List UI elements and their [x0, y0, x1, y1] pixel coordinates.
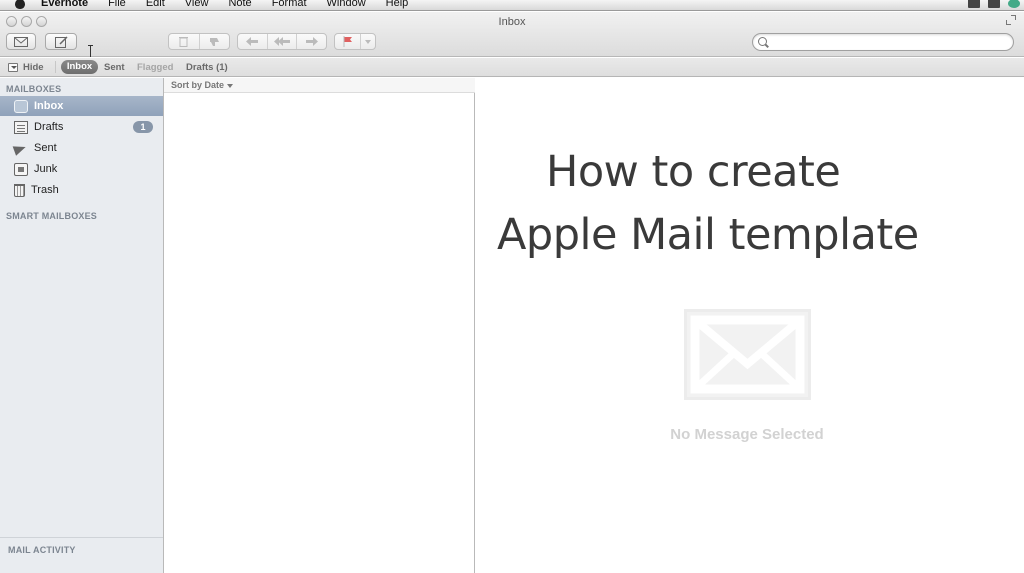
sidebar-item-trash[interactable]: Trash: [0, 180, 163, 200]
search-field[interactable]: [752, 33, 1014, 51]
apple-menu-icon[interactable]: [13, 0, 27, 10]
smart-mailboxes-heading[interactable]: SMART MAILBOXES: [6, 211, 97, 221]
mailboxes-heading: MAILBOXES: [6, 84, 62, 94]
chevron-down-icon: [365, 39, 371, 44]
text-cursor-icon: [88, 45, 94, 59]
mail-activity-panel: MAIL ACTIVITY: [0, 537, 163, 573]
reply-icon: [246, 37, 259, 46]
flag-icon: [343, 36, 352, 47]
junk-icon: [14, 162, 28, 176]
sidebar-item-inbox[interactable]: Inbox: [0, 96, 163, 116]
menu-app-name[interactable]: Evernote: [41, 0, 88, 9]
fullscreen-icon[interactable]: [1006, 15, 1016, 25]
message-viewer: How to create Apple Mail template No Mes…: [476, 78, 1024, 573]
no-message-selected-label: No Message Selected: [670, 426, 824, 443]
menu-bar: Evernote File Edit View Note Format Wind…: [0, 0, 1024, 11]
notification-icon[interactable]: [968, 0, 980, 8]
thumbs-down-icon: [209, 37, 219, 46]
hide-mailboxes-button[interactable]: Hide: [23, 62, 44, 73]
search-icon: [758, 37, 767, 46]
hide-toggle-icon[interactable]: [8, 63, 18, 72]
sidebar-item-label: Junk: [34, 163, 58, 175]
envelope-icon: [14, 36, 28, 47]
menu-window[interactable]: Window: [327, 0, 366, 9]
menu-extras: [968, 0, 1020, 10]
favorite-sent[interactable]: Sent: [104, 62, 125, 73]
window-title: Inbox: [498, 16, 526, 28]
reply-all-icon: [274, 37, 290, 46]
sort-label: Sort by Date: [171, 80, 225, 90]
trash-button[interactable]: [169, 34, 200, 49]
get-mail-button[interactable]: [6, 33, 36, 50]
sidebar-item-sent[interactable]: Sent: [0, 138, 163, 158]
overlay-title-line-2: Apple Mail template: [497, 210, 919, 260]
window-toolbar: Inbox: [0, 12, 1024, 57]
screen-icon[interactable]: [988, 0, 1000, 8]
menu-file[interactable]: File: [108, 0, 126, 9]
delete-junk-group: [168, 33, 230, 50]
overlay-title-line-1: How to create: [546, 147, 841, 197]
flag-group: [334, 33, 376, 50]
favorite-inbox[interactable]: Inbox: [61, 60, 98, 74]
sent-icon: [12, 141, 28, 156]
sidebar-item-drafts[interactable]: Drafts 1: [0, 117, 163, 137]
trash-icon: [179, 37, 189, 47]
drafts-count-badge: 1: [133, 121, 153, 133]
flag-button[interactable]: [335, 34, 361, 49]
inbox-icon: [14, 99, 28, 113]
flag-menu-button[interactable]: [361, 34, 375, 49]
favorites-bar: Hide Inbox Sent Flagged Drafts (1): [0, 58, 1024, 77]
sidebar-item-label: Trash: [31, 184, 59, 196]
sort-by-date-button[interactable]: Sort by Date: [164, 78, 475, 93]
menu-view[interactable]: View: [185, 0, 209, 9]
forward-button[interactable]: [297, 34, 326, 49]
message-list[interactable]: Sort by Date: [164, 78, 475, 573]
chevron-down-icon: [227, 83, 234, 88]
drafts-icon: [14, 120, 28, 134]
reply-group: [237, 33, 327, 50]
menu-edit[interactable]: Edit: [146, 0, 165, 9]
mailbox-sidebar: MAILBOXES Inbox Drafts 1 Sent Junk Trash…: [0, 78, 164, 573]
empty-envelope-icon: [684, 309, 811, 400]
favorites-divider: [55, 61, 56, 73]
sidebar-item-junk[interactable]: Junk: [0, 159, 163, 179]
favorite-flagged[interactable]: Flagged: [137, 62, 173, 73]
forward-icon: [305, 37, 318, 46]
reply-button[interactable]: [238, 34, 268, 49]
sidebar-item-label: Inbox: [34, 100, 64, 112]
menu-help[interactable]: Help: [386, 0, 409, 9]
menu-format[interactable]: Format: [272, 0, 307, 9]
menu-note[interactable]: Note: [228, 0, 251, 9]
search-input[interactable]: [771, 35, 1007, 49]
compose-icon: [54, 35, 68, 48]
favorite-drafts[interactable]: Drafts (1): [186, 62, 228, 73]
sidebar-item-label: Sent: [34, 142, 57, 154]
junk-button[interactable]: [200, 34, 230, 49]
status-icon[interactable]: [1008, 0, 1020, 8]
reply-all-button[interactable]: [268, 34, 298, 49]
sidebar-item-label: Drafts: [34, 121, 64, 133]
mail-activity-heading[interactable]: MAIL ACTIVITY: [8, 545, 76, 555]
trash-icon: [14, 183, 25, 197]
compose-button[interactable]: [45, 33, 77, 50]
